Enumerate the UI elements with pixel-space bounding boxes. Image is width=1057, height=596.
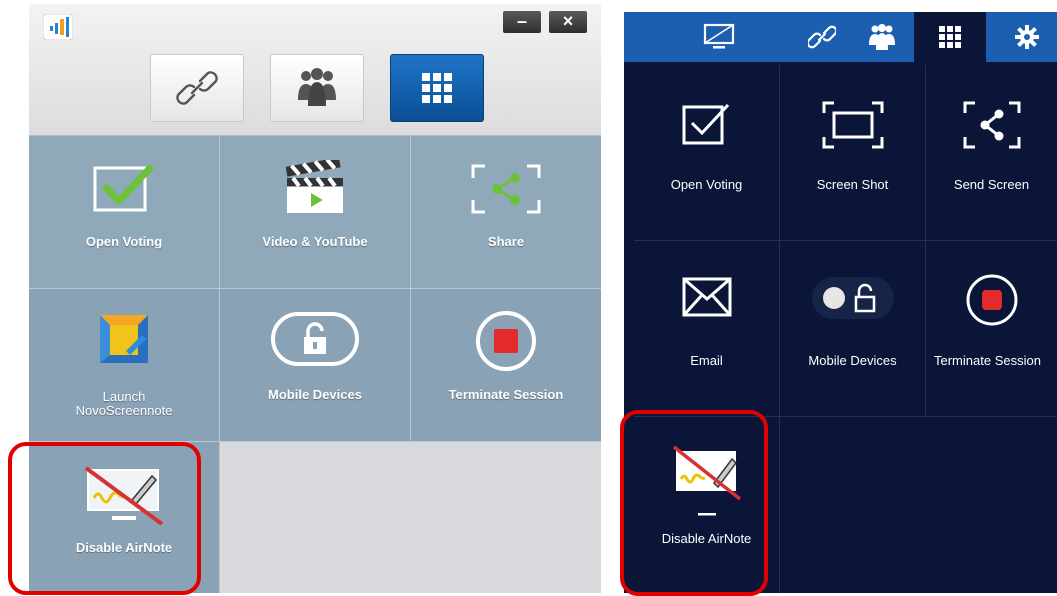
monitor-icon xyxy=(703,23,735,49)
users-group-icon xyxy=(298,68,336,106)
stop-icon xyxy=(966,274,1017,326)
tab-screen[interactable] xyxy=(686,12,752,62)
tab-users[interactable] xyxy=(270,54,364,122)
tab-users[interactable] xyxy=(854,12,910,62)
grid-icon xyxy=(422,73,452,103)
tile-label: Mobile Devices xyxy=(808,353,897,368)
tile-disable-airnote[interactable]: Disable AirNote xyxy=(634,417,780,593)
lock-toggle-icon xyxy=(811,277,894,319)
tile-label-line2: NovoScreennote xyxy=(75,403,173,418)
tile-label: Disable AirNote xyxy=(661,531,752,546)
tile-launch-novoscreennote[interactable]: Launch NovoScreennote xyxy=(29,289,220,442)
screennote-app-icon xyxy=(100,315,148,363)
desktop-toolbar: – × xyxy=(29,4,601,136)
share-screen-icon xyxy=(471,164,541,214)
tile-video-youtube[interactable]: Video & YouTube xyxy=(220,136,411,289)
airnote-disabled-icon xyxy=(84,466,164,526)
tile-terminate-session[interactable]: Terminate Session xyxy=(411,289,601,442)
tile-open-voting[interactable]: Open Voting xyxy=(29,136,220,289)
tile-label: Open Voting xyxy=(85,234,163,249)
tile-open-voting[interactable]: Open Voting xyxy=(634,65,780,241)
tile-label: Terminate Session xyxy=(448,387,564,402)
clapperboard-icon xyxy=(285,160,343,213)
tile-label: Share xyxy=(487,234,525,249)
link-icon xyxy=(176,71,218,105)
lock-toggle-icon xyxy=(271,312,359,366)
checkbox-check-icon xyxy=(682,103,729,145)
tile-email[interactable]: Email xyxy=(634,241,780,417)
tile-label: Launch xyxy=(102,389,146,404)
tab-connection[interactable] xyxy=(150,54,244,122)
tile-screen-shot[interactable]: Screen Shot xyxy=(780,65,926,241)
tile-label: Send Screen xyxy=(953,177,1030,192)
android-tab-bar xyxy=(624,12,1057,62)
tab-connection[interactable] xyxy=(794,12,850,62)
tile-disable-airnote[interactable]: Disable AirNote xyxy=(29,442,220,593)
tile-label: Screen Shot xyxy=(816,177,889,192)
tile-label: Open Voting xyxy=(670,177,743,192)
tile-label: Video & YouTube xyxy=(262,234,368,249)
tile-send-screen[interactable]: Send Screen xyxy=(926,65,1057,241)
tile-label: Mobile Devices xyxy=(268,387,362,402)
close-button[interactable]: × xyxy=(549,11,587,33)
checkbox-check-icon xyxy=(93,164,154,212)
tab-apps[interactable] xyxy=(390,54,484,122)
envelope-icon xyxy=(682,277,731,317)
desktop-app-panel: – × Open Voting Video & YouTube Share La… xyxy=(29,4,601,593)
tab-settings[interactable] xyxy=(996,12,1057,62)
tile-mobile-devices[interactable]: Mobile Devices xyxy=(780,241,926,417)
novo-logo-icon xyxy=(43,14,73,40)
tab-apps[interactable] xyxy=(914,12,986,62)
tile-terminate-session[interactable]: Terminate Session xyxy=(926,241,1057,417)
link-icon xyxy=(808,25,836,49)
minimize-button[interactable]: – xyxy=(503,11,541,33)
airnote-disabled-icon xyxy=(672,445,741,516)
tile-label: Terminate Session xyxy=(934,353,1041,368)
gear-icon xyxy=(1014,25,1039,49)
tile-label: Disable AirNote xyxy=(75,540,173,555)
android-app-panel: Open Voting Screen Shot Send Screen Emai… xyxy=(624,12,1057,593)
stop-icon xyxy=(476,311,536,371)
tile-mobile-devices[interactable]: Mobile Devices xyxy=(220,289,411,442)
users-group-icon xyxy=(869,24,895,50)
screenshot-icon xyxy=(822,101,883,149)
tile-share[interactable]: Share xyxy=(411,136,601,289)
share-screen-icon xyxy=(963,101,1020,149)
tile-label: Email xyxy=(690,353,723,368)
grid-icon xyxy=(939,26,961,48)
